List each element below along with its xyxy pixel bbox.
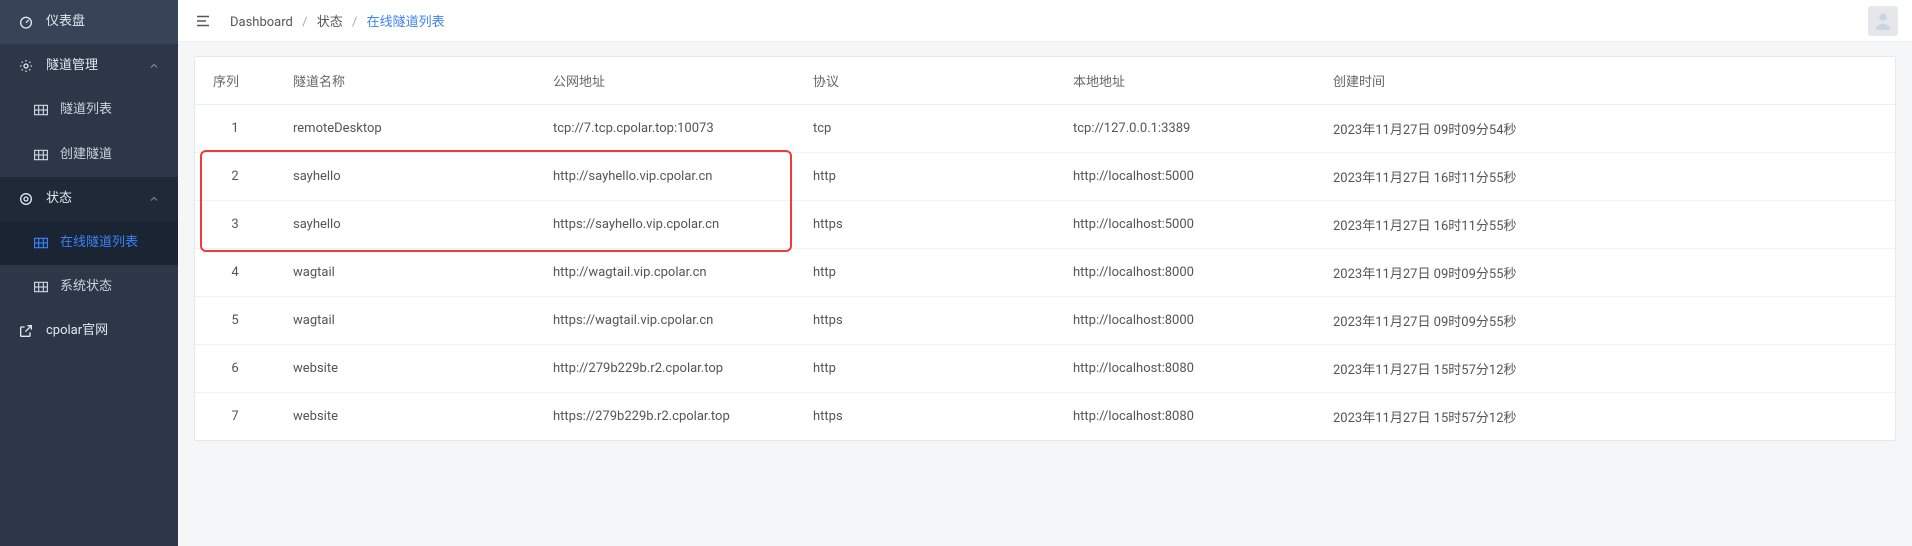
- col-header-name: 隧道名称: [275, 57, 535, 105]
- breadcrumb: Dashboard / 状态 / 在线隧道列表: [230, 11, 445, 30]
- target-icon: [18, 191, 34, 207]
- col-header-local: 本地地址: [1055, 57, 1315, 105]
- col-header-proto: 协议: [795, 57, 1055, 105]
- cell-proto: http: [795, 345, 1055, 393]
- sidebar-item-label: 仪表盘: [46, 13, 85, 31]
- cell-seq: 1: [195, 105, 275, 153]
- breadcrumb-dashboard[interactable]: Dashboard: [230, 15, 293, 30]
- breadcrumb-sep: /: [352, 15, 357, 30]
- cell-proto: http: [795, 249, 1055, 297]
- cell-local: http://localhost:5000: [1055, 201, 1315, 249]
- cell-local: http://localhost:8000: [1055, 249, 1315, 297]
- cell-time: 2023年11月27日 15时57分12秒: [1315, 345, 1895, 393]
- gauge-icon: [18, 14, 34, 30]
- sidebar-item-dashboard[interactable]: 仪表盘: [0, 0, 178, 44]
- sidebar-item-label: cpolar官网: [46, 322, 108, 340]
- cell-name: wagtail: [275, 297, 535, 345]
- cell-local: tcp://127.0.0.1:3389: [1055, 105, 1315, 153]
- cell-url: tcp://7.tcp.cpolar.top:10073: [535, 105, 795, 153]
- main: Dashboard / 状态 / 在线隧道列表 序列 隧道名称 公网地址 协议 …: [178, 0, 1912, 546]
- table-row: 7websitehttps://279b229b.r2.cpolar.topht…: [195, 393, 1895, 441]
- sidebar-item-label: 状态: [46, 190, 72, 208]
- breadcrumb-sep: /: [302, 15, 307, 30]
- sidebar-item-tunnel-create[interactable]: 创建隧道: [0, 133, 178, 177]
- content: 序列 隧道名称 公网地址 协议 本地地址 创建时间 1remoteDesktop…: [178, 42, 1912, 455]
- table-row: 6websitehttp://279b229b.r2.cpolar.tophtt…: [195, 345, 1895, 393]
- table-row: 2sayhellohttp://sayhello.vip.cpolar.cnht…: [195, 153, 1895, 201]
- cell-name: remoteDesktop: [275, 105, 535, 153]
- cell-local: http://localhost:8080: [1055, 393, 1315, 441]
- table-row: 4wagtailhttp://wagtail.vip.cpolar.cnhttp…: [195, 249, 1895, 297]
- col-header-url: 公网地址: [535, 57, 795, 105]
- cell-seq: 3: [195, 201, 275, 249]
- cell-proto: tcp: [795, 105, 1055, 153]
- sidebar-item-label: 隧道管理: [46, 57, 98, 75]
- cell-name: sayhello: [275, 201, 535, 249]
- menu-toggle-button[interactable]: [192, 10, 214, 32]
- table-icon: [34, 281, 48, 293]
- cell-time: 2023年11月27日 09时09分55秒: [1315, 249, 1895, 297]
- sidebar-item-label: 在线隧道列表: [60, 234, 138, 252]
- col-header-time: 创建时间: [1315, 57, 1895, 105]
- table-icon: [34, 104, 48, 116]
- table-row: 3sayhellohttps://sayhello.vip.cpolar.cnh…: [195, 201, 1895, 249]
- table-icon: [34, 237, 48, 249]
- sidebar-item-label: 隧道列表: [60, 101, 112, 119]
- cell-url: http://sayhello.vip.cpolar.cn: [535, 153, 795, 201]
- cell-time: 2023年11月27日 09时09分55秒: [1315, 297, 1895, 345]
- cell-url: https://wagtail.vip.cpolar.cn: [535, 297, 795, 345]
- cell-url: https://sayhello.vip.cpolar.cn: [535, 201, 795, 249]
- breadcrumb-current: 在线隧道列表: [367, 15, 445, 30]
- avatar[interactable]: [1868, 6, 1898, 36]
- sidebar-item-system-status[interactable]: 系统状态: [0, 265, 178, 309]
- cell-name: website: [275, 345, 535, 393]
- cell-local: http://localhost:8000: [1055, 297, 1315, 345]
- cell-local: http://localhost:8080: [1055, 345, 1315, 393]
- sidebar-item-status[interactable]: 状态: [0, 177, 178, 221]
- cell-seq: 4: [195, 249, 275, 297]
- cell-seq: 6: [195, 345, 275, 393]
- cell-proto: http: [795, 153, 1055, 201]
- gear-icon: [18, 58, 34, 74]
- cell-url: http://wagtail.vip.cpolar.cn: [535, 249, 795, 297]
- cell-time: 2023年11月27日 09时09分54秒: [1315, 105, 1895, 153]
- cell-time: 2023年11月27日 16时11分55秒: [1315, 201, 1895, 249]
- sidebar-item-tunnel-list[interactable]: 隧道列表: [0, 88, 178, 132]
- cell-proto: https: [795, 297, 1055, 345]
- cell-name: wagtail: [275, 249, 535, 297]
- cell-url: http://279b229b.r2.cpolar.top: [535, 345, 795, 393]
- cell-name: sayhello: [275, 153, 535, 201]
- cell-seq: 7: [195, 393, 275, 441]
- table-row: 5wagtailhttps://wagtail.vip.cpolar.cnhtt…: [195, 297, 1895, 345]
- chevron-up-icon: [148, 60, 160, 72]
- sidebar-item-label: 系统状态: [60, 278, 112, 296]
- table-header-row: 序列 隧道名称 公网地址 协议 本地地址 创建时间: [195, 57, 1895, 105]
- col-header-seq: 序列: [195, 57, 275, 105]
- breadcrumb-status[interactable]: 状态: [317, 15, 343, 30]
- cell-time: 2023年11月27日 16时11分55秒: [1315, 153, 1895, 201]
- cell-url: https://279b229b.r2.cpolar.top: [535, 393, 795, 441]
- cell-time: 2023年11月27日 15时57分12秒: [1315, 393, 1895, 441]
- topbar: Dashboard / 状态 / 在线隧道列表: [178, 0, 1912, 42]
- chevron-up-icon: [148, 193, 160, 205]
- cell-proto: https: [795, 201, 1055, 249]
- tunnel-list-card: 序列 隧道名称 公网地址 协议 本地地址 创建时间 1remoteDesktop…: [194, 56, 1896, 441]
- sidebar-item-tunnel-mgmt[interactable]: 隧道管理: [0, 44, 178, 88]
- cell-seq: 2: [195, 153, 275, 201]
- table-icon: [34, 149, 48, 161]
- cell-seq: 5: [195, 297, 275, 345]
- sidebar-item-online-tunnels[interactable]: 在线隧道列表: [0, 221, 178, 265]
- cell-proto: https: [795, 393, 1055, 441]
- table-row: 1remoteDesktoptcp://7.tcp.cpolar.top:100…: [195, 105, 1895, 153]
- sidebar-item-cpolar-site[interactable]: cpolar官网: [0, 309, 178, 353]
- external-link-icon: [18, 323, 34, 339]
- sidebar-item-label: 创建隧道: [60, 146, 112, 164]
- cell-name: website: [275, 393, 535, 441]
- sidebar: 仪表盘 隧道管理 隧道列表 创建隧道 状态 在线隧道列表: [0, 0, 178, 546]
- tunnel-table: 序列 隧道名称 公网地址 协议 本地地址 创建时间 1remoteDesktop…: [195, 57, 1895, 440]
- cell-local: http://localhost:5000: [1055, 153, 1315, 201]
